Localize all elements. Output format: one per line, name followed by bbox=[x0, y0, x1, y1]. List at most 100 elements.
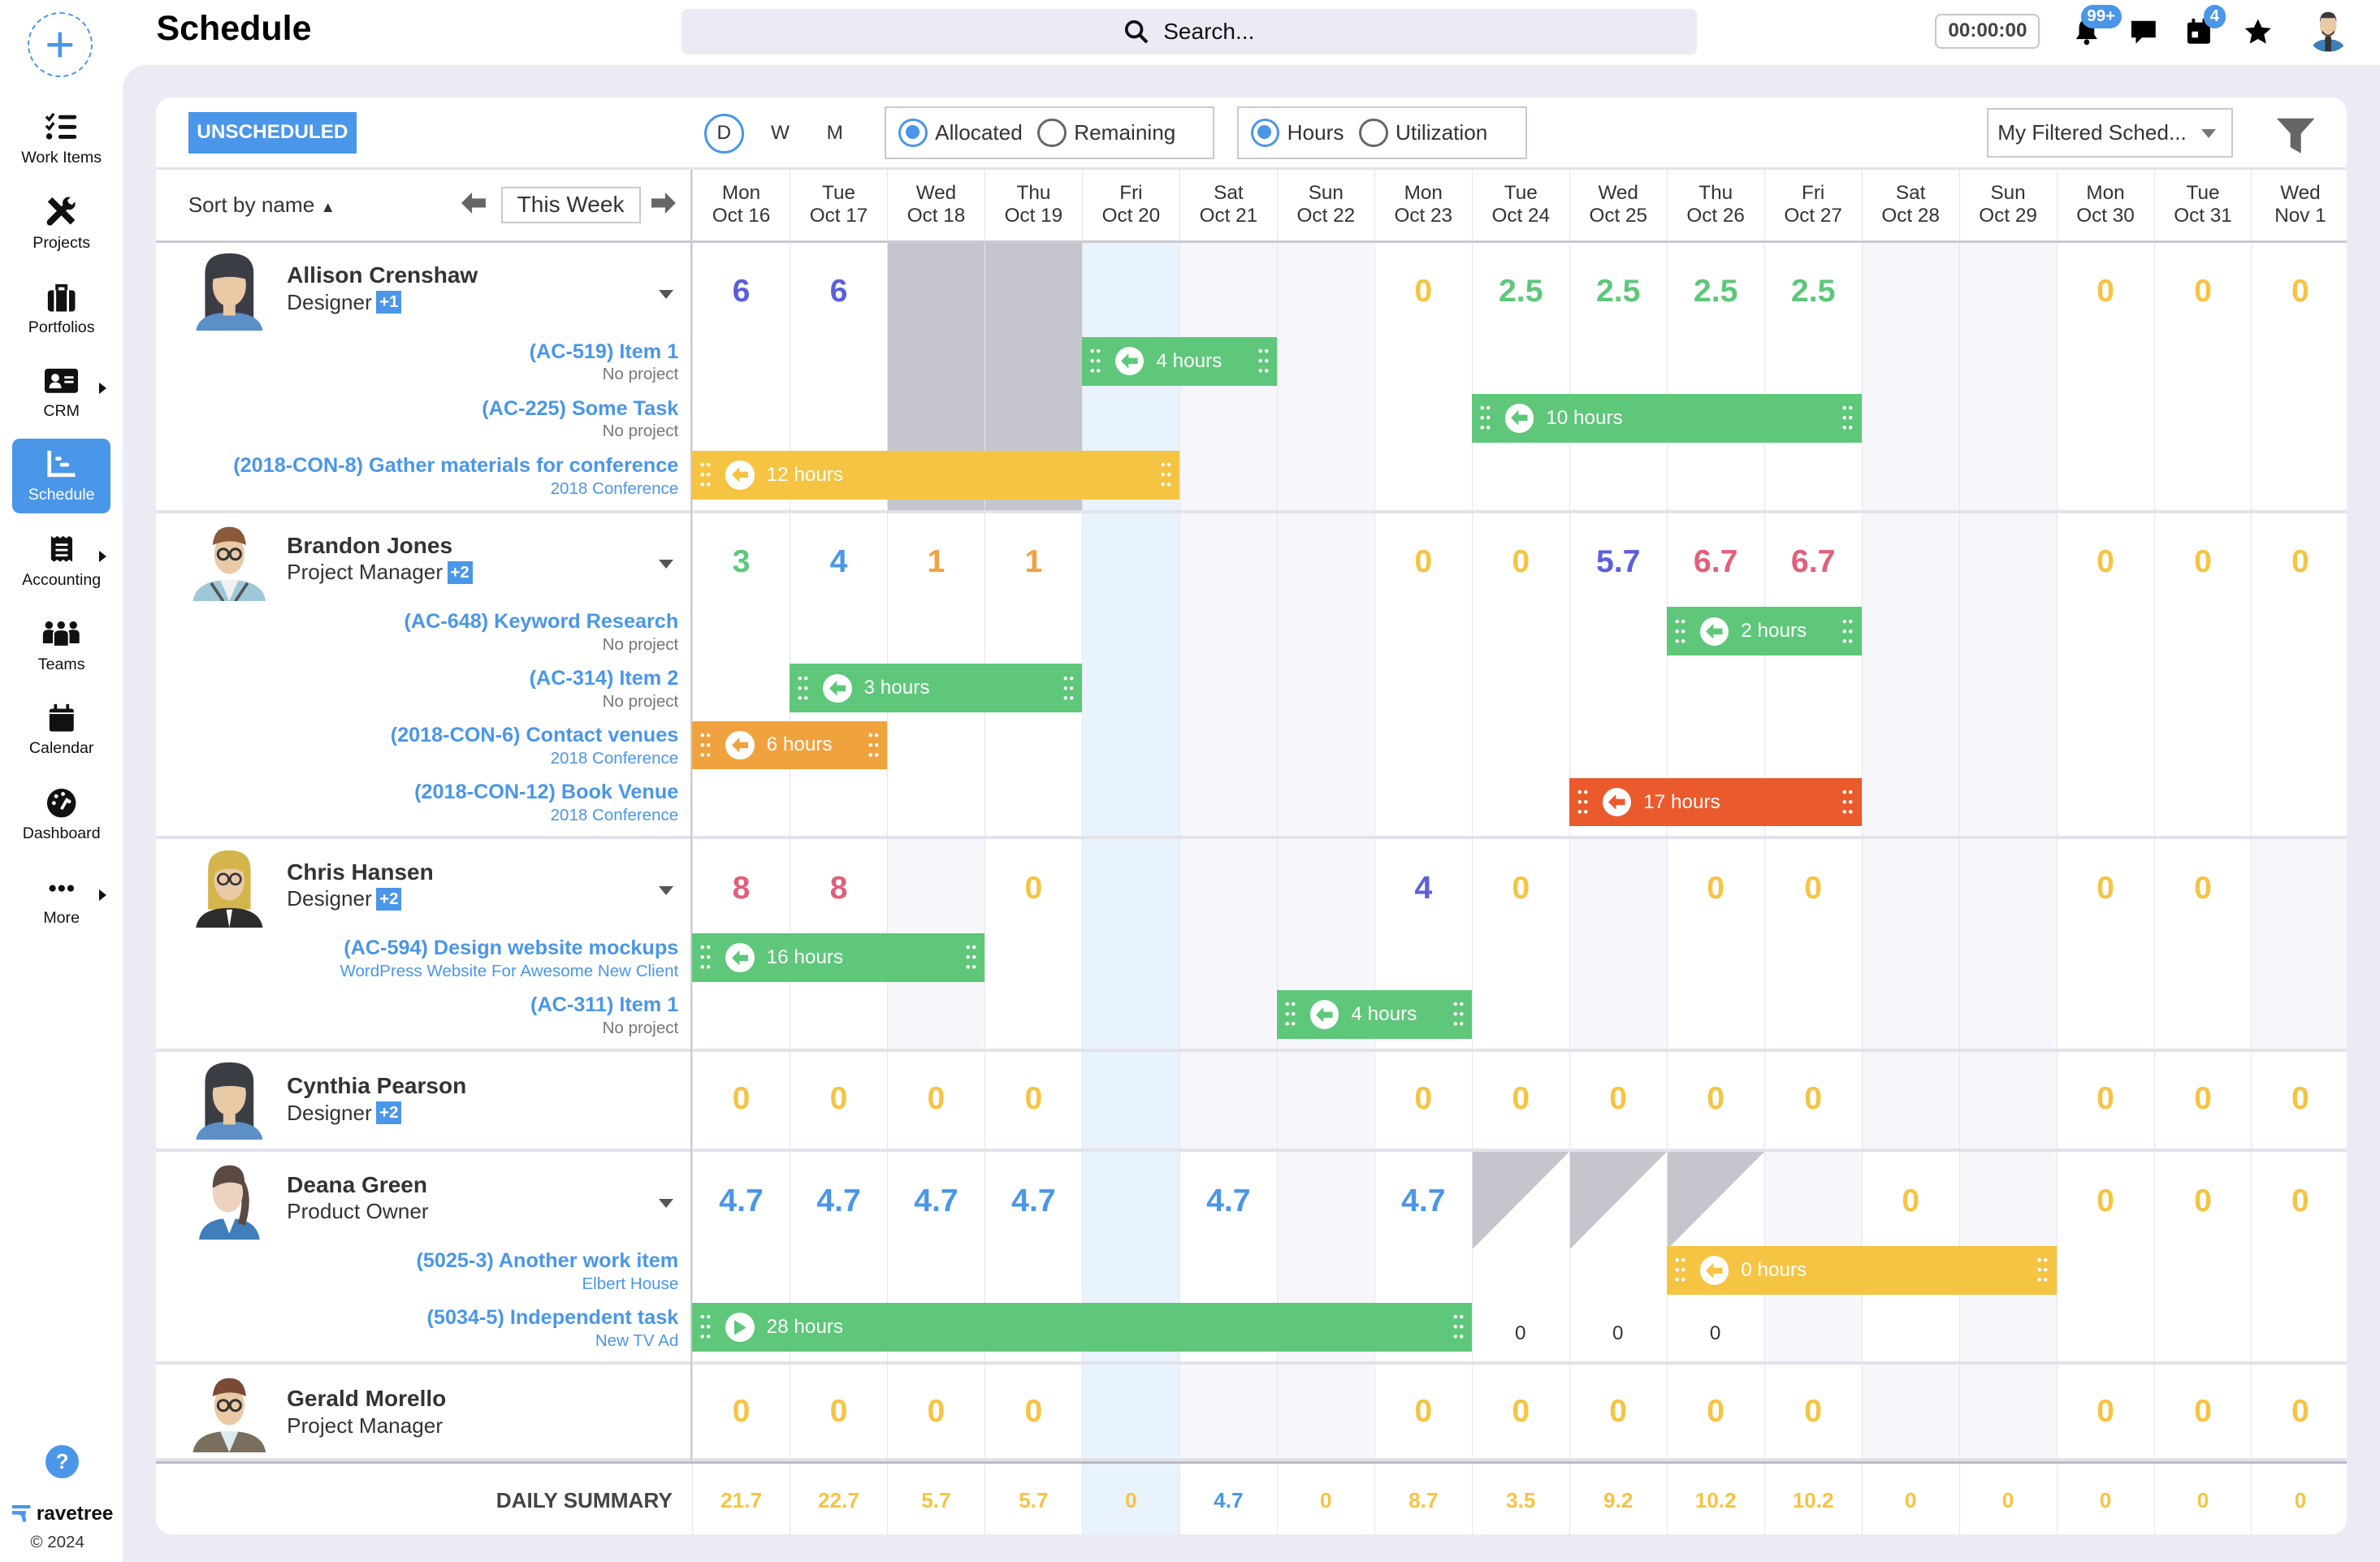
drag-handle-right-icon[interactable] bbox=[1452, 1312, 1465, 1343]
day-cell[interactable]: 0 bbox=[2153, 242, 2252, 510]
arrow-left-circle-icon[interactable] bbox=[725, 461, 755, 490]
day-cell[interactable]: 0 bbox=[1471, 513, 1569, 837]
drag-handle-left-icon[interactable] bbox=[1089, 346, 1102, 377]
person-name[interactable]: Brandon Jones bbox=[287, 533, 452, 559]
day-cell[interactable]: 0 bbox=[2153, 1051, 2252, 1149]
allocation-bar[interactable]: 4 hours bbox=[1081, 336, 1277, 386]
day-cell[interactable]: 0 bbox=[1763, 839, 1862, 1049]
day-cell[interactable] bbox=[1179, 513, 1277, 837]
sidebar-item-accounting[interactable]: Accounting bbox=[12, 524, 110, 599]
day-cell[interactable]: 0 bbox=[2056, 513, 2154, 837]
drag-handle-left-icon[interactable] bbox=[699, 460, 712, 491]
drag-handle-right-icon[interactable] bbox=[1257, 346, 1270, 377]
day-cell[interactable]: 2.5 bbox=[1666, 242, 1764, 510]
task-link[interactable]: (AC-311) Item 1 bbox=[530, 993, 678, 1017]
allocation-bar[interactable]: 2 hours bbox=[1666, 607, 1862, 656]
arrow-left-circle-icon[interactable] bbox=[1309, 1000, 1339, 1029]
expand-toggle-icon[interactable] bbox=[658, 886, 673, 896]
allocation-bar[interactable]: 16 hours bbox=[692, 933, 984, 982]
day-cell[interactable] bbox=[1081, 1364, 1179, 1459]
allocation-bar[interactable]: 10 hours bbox=[1471, 393, 1862, 443]
this-week-button[interactable]: This Week bbox=[500, 186, 641, 223]
sidebar-item-calendar[interactable]: Calendar bbox=[12, 692, 110, 767]
day-cell[interactable]: 0 bbox=[1374, 242, 1472, 510]
drag-handle-left-icon[interactable] bbox=[1284, 999, 1297, 1030]
day-cell[interactable]: 0 bbox=[1374, 1364, 1472, 1459]
project-link[interactable]: 2018 Conference bbox=[414, 806, 679, 825]
day-cell[interactable]: 0 bbox=[1666, 1051, 1764, 1149]
sidebar-item-more[interactable]: More bbox=[12, 862, 110, 937]
task-link[interactable]: (2018-CON-8) Gather materials for confer… bbox=[233, 454, 678, 478]
day-cell[interactable]: 2.5 bbox=[1471, 242, 1569, 510]
day-cell[interactable]: 0 bbox=[886, 1051, 984, 1149]
help-button[interactable]: ? bbox=[45, 1444, 80, 1478]
drag-handle-right-icon[interactable] bbox=[1841, 403, 1854, 434]
radio-hours[interactable]: Hours bbox=[1250, 118, 1344, 148]
unscheduled-button[interactable]: UNSCHEDULED bbox=[188, 112, 357, 154]
previous-week-button[interactable] bbox=[461, 191, 486, 222]
drag-handle-left-icon[interactable] bbox=[699, 942, 712, 973]
sidebar-item-projects[interactable]: Projects bbox=[12, 187, 110, 262]
day-header[interactable]: Fri Oct 27 bbox=[1763, 170, 1862, 240]
day-cell[interactable]: 0 bbox=[886, 1364, 984, 1459]
day-cell[interactable] bbox=[1081, 839, 1179, 1049]
day-cell[interactable] bbox=[1861, 1364, 1959, 1459]
day-cell[interactable]: 0 bbox=[2056, 839, 2154, 1049]
expand-toggle-icon[interactable] bbox=[658, 1199, 673, 1208]
extra-roles-badge[interactable]: +1 bbox=[376, 291, 402, 314]
day-header[interactable]: Mon Oct 30 bbox=[2056, 170, 2154, 240]
task-link[interactable]: (5025-3) Another work item bbox=[416, 1249, 678, 1273]
arrow-left-circle-icon[interactable] bbox=[823, 673, 852, 703]
day-cell[interactable] bbox=[1958, 839, 2057, 1049]
day-header[interactable]: Sat Oct 21 bbox=[1179, 170, 1277, 240]
task-link[interactable]: (AC-314) Item 2 bbox=[530, 667, 679, 690]
drag-handle-right-icon[interactable] bbox=[867, 729, 880, 761]
day-cell[interactable] bbox=[1276, 242, 1374, 510]
saved-filter-select[interactable]: My Filtered Sched... bbox=[1986, 107, 2233, 158]
day-cell[interactable]: 0 bbox=[984, 1364, 1082, 1459]
arrow-left-circle-icon[interactable] bbox=[1504, 404, 1534, 433]
day-cell[interactable]: 0 bbox=[1666, 839, 1764, 1049]
day-cell[interactable]: 0 bbox=[2153, 1364, 2252, 1459]
day-cell[interactable] bbox=[1276, 1364, 1374, 1459]
allocation-bar[interactable]: 12 hours bbox=[692, 450, 1179, 500]
person-name[interactable]: Deana Green bbox=[287, 1172, 427, 1198]
arrow-left-circle-icon[interactable] bbox=[725, 730, 755, 760]
project-link[interactable]: 2018 Conference bbox=[391, 749, 679, 768]
day-cell[interactable]: 0 bbox=[2251, 1364, 2346, 1459]
project-link[interactable]: Elbert House bbox=[416, 1274, 678, 1294]
filter-button[interactable] bbox=[2275, 115, 2316, 162]
day-cell[interactable]: 3 bbox=[692, 513, 790, 837]
drag-handle-right-icon[interactable] bbox=[1841, 786, 1854, 818]
day-cell[interactable]: 0 bbox=[1569, 1051, 1667, 1149]
project-link[interactable]: New TV Ad bbox=[427, 1331, 678, 1351]
day-cell[interactable]: 0 bbox=[984, 839, 1082, 1049]
day-header[interactable]: Tue Oct 17 bbox=[790, 170, 887, 240]
sidebar-item-portfolios[interactable]: Portfolios bbox=[12, 271, 110, 346]
radio-allocated[interactable]: Allocated bbox=[898, 118, 1023, 148]
drag-handle-left-icon[interactable] bbox=[1479, 403, 1492, 434]
day-cell[interactable]: 0 bbox=[2251, 1051, 2346, 1149]
drag-handle-right-icon[interactable] bbox=[1841, 616, 1854, 647]
drag-handle-right-icon[interactable] bbox=[964, 942, 977, 973]
calendar-events-button[interactable]: 4 bbox=[2186, 4, 2226, 52]
day-cell[interactable]: 2.5 bbox=[1569, 242, 1667, 510]
drag-handle-left-icon[interactable] bbox=[1674, 616, 1686, 647]
day-cell[interactable] bbox=[1569, 839, 1667, 1049]
day-cell[interactable] bbox=[1861, 242, 1959, 510]
task-link[interactable]: (AC-225) Some Task bbox=[482, 397, 678, 421]
day-cell[interactable]: 0 bbox=[1471, 839, 1569, 1049]
day-cell[interactable]: 0 bbox=[790, 1051, 887, 1149]
sidebar-item-work-items[interactable]: Work Items bbox=[12, 102, 110, 176]
person-name[interactable]: Chris Hansen bbox=[287, 859, 434, 885]
next-week-button[interactable] bbox=[651, 191, 676, 222]
day-cell[interactable] bbox=[1958, 1051, 2057, 1149]
day-header[interactable]: Thu Oct 26 bbox=[1666, 170, 1764, 240]
day-cell[interactable] bbox=[1958, 513, 2057, 837]
view-mode-d[interactable]: D bbox=[704, 114, 744, 154]
day-header[interactable]: Mon Oct 16 bbox=[692, 170, 790, 240]
extra-roles-badge[interactable]: +2 bbox=[376, 887, 402, 911]
day-header[interactable]: Tue Oct 24 bbox=[1471, 170, 1569, 240]
allocation-bar[interactable]: 4 hours bbox=[1276, 990, 1472, 1040]
task-link[interactable]: (AC-648) Keyword Research bbox=[404, 610, 678, 634]
